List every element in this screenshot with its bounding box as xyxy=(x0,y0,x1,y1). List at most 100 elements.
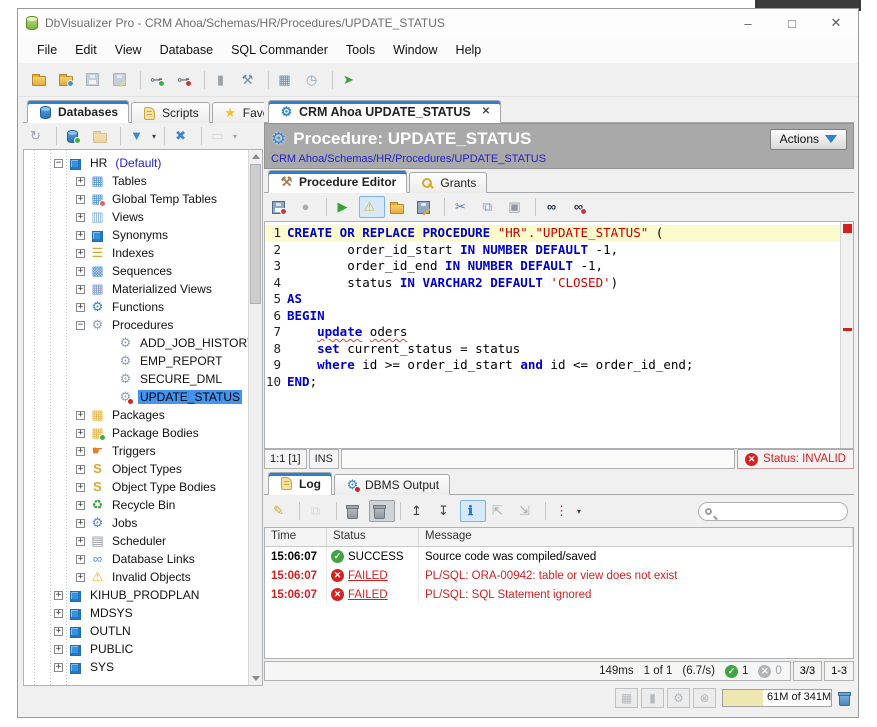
tree-item-hr[interactable]: −HR(Default) xyxy=(24,154,248,172)
menu-sql-commander[interactable]: SQL Commander xyxy=(222,40,337,60)
sidebar-tab-scripts[interactable]: Scripts xyxy=(131,102,210,123)
actions-button[interactable]: Actions xyxy=(770,129,847,150)
disconnect-icon[interactable]: ⊶ xyxy=(173,69,199,91)
connection-tree[interactable]: −HR(Default)+▦Tables+▦Global Temp Tables… xyxy=(24,150,248,685)
save-procedure-icon[interactable] xyxy=(268,196,294,218)
minimize-button[interactable]: – xyxy=(726,9,770,37)
tree-item-packages[interactable]: +▦Packages xyxy=(24,406,248,424)
tree-item-procedures[interactable]: −⚙Procedures xyxy=(24,316,248,334)
cut-icon[interactable]: ✂ xyxy=(450,196,476,218)
expand-toggle[interactable]: + xyxy=(76,231,85,240)
tree-item-mdsys[interactable]: +MDSYS xyxy=(24,604,248,622)
close-button[interactable]: ✕ xyxy=(814,9,858,37)
expand-toggle[interactable]: + xyxy=(54,591,63,600)
save-file-icon[interactable] xyxy=(413,196,439,218)
expand-toggle[interactable]: + xyxy=(76,573,85,582)
execute-icon[interactable]: ▶ xyxy=(332,196,358,218)
tree-item-sequences[interactable]: +▩Sequences xyxy=(24,262,248,280)
sidebar-tab-databases[interactable]: Databases xyxy=(27,100,129,123)
tree-scrollbar[interactable] xyxy=(248,150,262,685)
expand-toggle[interactable]: + xyxy=(76,285,85,294)
scroll-up-arrow[interactable] xyxy=(249,150,262,163)
add-connection-icon[interactable] xyxy=(62,125,88,147)
tree-item-object-type-bodies[interactable]: +SObject Type Bodies xyxy=(24,478,248,496)
tree-item-tables[interactable]: +▦Tables xyxy=(24,172,248,190)
tab-grants[interactable]: Grants xyxy=(409,172,487,193)
code-area[interactable]: 1CREATE OR REPLACE PROCEDURE "HR"."UPDAT… xyxy=(265,222,840,448)
expand-toggle[interactable]: + xyxy=(76,267,85,276)
expand-toggle[interactable]: + xyxy=(76,429,85,438)
scroll-bottom-icon[interactable]: ↧ xyxy=(433,500,459,522)
expand-toggle[interactable]: + xyxy=(76,555,85,564)
open-file-icon[interactable] xyxy=(28,69,54,91)
tree-item-global-temp-tables[interactable]: +▦Global Temp Tables xyxy=(24,190,248,208)
expand-toggle[interactable]: + xyxy=(76,303,85,312)
menu-view[interactable]: View xyxy=(106,40,151,60)
menu-tools[interactable]: Tools xyxy=(337,40,384,60)
tree-item-indexes[interactable]: +☰Indexes xyxy=(24,244,248,262)
scrollbar-thumb[interactable] xyxy=(250,164,261,304)
expand-toggle[interactable]: + xyxy=(54,663,63,672)
column-message[interactable]: Message xyxy=(419,528,853,546)
tree-item-recycle-bin[interactable]: +♻Recycle Bin xyxy=(24,496,248,514)
tree-item-emp-report[interactable]: ⚙EMP_REPORT xyxy=(24,352,248,370)
refresh-icon[interactable]: ↻ xyxy=(25,125,51,147)
tree-item-object-types[interactable]: +SObject Types xyxy=(24,460,248,478)
tree-item-add-job-history[interactable]: ⚙ADD_JOB_HISTORY xyxy=(24,334,248,352)
collapse-toggle[interactable]: − xyxy=(76,321,85,330)
error-mark-line1[interactable] xyxy=(843,224,852,233)
expand-toggle[interactable]: + xyxy=(76,213,85,222)
expand-rows-icon[interactable]: ⇱ xyxy=(487,500,513,522)
expand-toggle[interactable]: + xyxy=(54,627,63,636)
filter-icon[interactable]: ▼▾ xyxy=(126,125,159,147)
menu-file[interactable]: File xyxy=(28,40,66,60)
error-mark-line7[interactable] xyxy=(843,328,852,331)
tree-item-synonyms[interactable]: +Synonyms xyxy=(24,226,248,244)
tree-item-views[interactable]: +▥Views xyxy=(24,208,248,226)
expand-toggle[interactable]: + xyxy=(76,501,85,510)
auto-clear-toggle[interactable] xyxy=(369,500,395,522)
garbage-collect-button[interactable] xyxy=(839,691,850,706)
expand-toggle[interactable]: + xyxy=(76,195,85,204)
tree-item-update-status[interactable]: ⚙UPDATE_STATUS xyxy=(24,388,248,406)
tree-item-public[interactable]: +PUBLIC xyxy=(24,640,248,658)
collapse-toggle[interactable]: − xyxy=(54,159,63,168)
tab-crm-ahoa-update-status[interactable]: ⚙ CRM Ahoa UPDATE_STATUS ✕ xyxy=(268,100,501,123)
tree-item-outln[interactable]: +OUTLN xyxy=(24,622,248,640)
procedure-editor[interactable]: 1CREATE OR REPLACE PROCEDURE "HR"."UPDAT… xyxy=(264,221,854,449)
tab-procedure-editor[interactable]: ⚒Procedure Editor xyxy=(268,170,407,193)
tree-item-kihub-prodplan[interactable]: +KIHUB_PRODPLAN xyxy=(24,586,248,604)
column-time[interactable]: Time xyxy=(265,528,327,546)
log-search-box[interactable] xyxy=(698,502,848,521)
log-row[interactable]: 15:06:07✕FAILEDPL/SQL: ORA-00942: table … xyxy=(265,566,853,585)
tree-item-scheduler[interactable]: +▤Scheduler xyxy=(24,532,248,550)
tree-item-invalid-objects[interactable]: +⚠Invalid Objects xyxy=(24,568,248,586)
expand-toggle[interactable]: + xyxy=(76,249,85,258)
expand-toggle[interactable]: + xyxy=(54,609,63,618)
tree-item-functions[interactable]: +⚙Functions xyxy=(24,298,248,316)
find-replace-icon[interactable]: ∞ xyxy=(568,196,594,218)
tools-icon[interactable]: ⚒ xyxy=(237,69,263,91)
menu-window[interactable]: Window xyxy=(384,40,446,60)
log-filter-input[interactable] xyxy=(716,504,858,519)
run-pointer-icon[interactable]: ➤ xyxy=(338,69,364,91)
expand-toggle[interactable]: + xyxy=(76,447,85,456)
row-height-icon[interactable]: ⋮▾ xyxy=(551,500,584,522)
expand-toggle[interactable]: + xyxy=(76,537,85,546)
collapse-rows-icon[interactable]: ⇲ xyxy=(514,500,540,522)
tree-item-triggers[interactable]: +☛Triggers xyxy=(24,442,248,460)
clear-log-icon[interactable] xyxy=(342,500,368,522)
highlight-errors-toggle[interactable]: ⚠ xyxy=(359,196,385,218)
log-table-header[interactable]: Time Status Message xyxy=(265,528,853,547)
tree-item-database-links[interactable]: +∞Database Links xyxy=(24,550,248,568)
tree-item-package-bodies[interactable]: +▦Package Bodies xyxy=(24,424,248,442)
tab-dbms-output[interactable]: ⚙DBMS Output xyxy=(334,474,450,495)
export-log-icon[interactable]: ✎ xyxy=(268,500,294,522)
error-stripe[interactable] xyxy=(840,222,853,448)
connect-icon[interactable]: ⊶ xyxy=(146,69,172,91)
tree-item-sys[interactable]: +SYS xyxy=(24,658,248,676)
task-clock-icon[interactable]: ◷ xyxy=(301,69,327,91)
info-messages-toggle[interactable]: ℹ xyxy=(460,500,486,522)
menu-edit[interactable]: Edit xyxy=(66,40,106,60)
bookmarks-folder-icon[interactable] xyxy=(55,69,81,91)
